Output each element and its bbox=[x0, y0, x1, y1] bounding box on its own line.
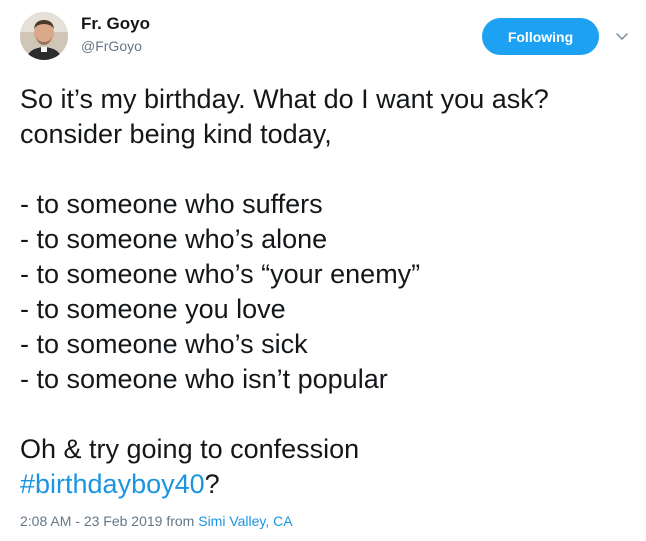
tweet-card: Fr. Goyo @FrGoyo Following So it’s my bi… bbox=[0, 0, 646, 541]
list-item: - to someone who’s sick bbox=[20, 329, 308, 359]
tweet-line-closing: Oh & try going to confession bbox=[20, 434, 360, 464]
tweet-line-intro-1: So it’s my birthday. What do I want you … bbox=[20, 84, 549, 114]
meta-separator: - bbox=[71, 513, 84, 529]
list-item: - to someone who’s “your enemy” bbox=[20, 259, 421, 289]
tweet-location-link[interactable]: Simi Valley, CA bbox=[198, 513, 292, 529]
tweet-meta: 2:08 AM - 23 Feb 2019 from Simi Valley, … bbox=[20, 512, 293, 530]
hashtag-suffix: ? bbox=[204, 469, 220, 499]
hashtag-link[interactable]: #birthdayboy40 bbox=[20, 469, 205, 499]
author-display-name[interactable]: Fr. Goyo bbox=[81, 14, 150, 34]
following-button[interactable]: Following bbox=[482, 18, 599, 55]
meta-from-label: from bbox=[162, 513, 199, 529]
tweet-text: So it’s my birthday. What do I want you … bbox=[20, 82, 630, 502]
author-handle[interactable]: @FrGoyo bbox=[81, 37, 142, 55]
tweet-line-hashtag: #birthdayboy40? bbox=[20, 467, 630, 502]
author-avatar[interactable] bbox=[20, 12, 68, 60]
list-item: - to someone who suffers bbox=[20, 189, 323, 219]
list-item: - to someone who isn’t popular bbox=[20, 364, 388, 394]
profile-photo-icon bbox=[20, 12, 68, 60]
list-item: - to someone who’s alone bbox=[20, 224, 328, 254]
tweet-line-intro-2: consider being kind today, bbox=[20, 119, 332, 149]
tweet-date[interactable]: 23 Feb 2019 bbox=[84, 513, 163, 529]
tweet-time[interactable]: 2:08 AM bbox=[20, 513, 71, 529]
chevron-down-icon[interactable] bbox=[614, 28, 630, 44]
list-item: - to someone you love bbox=[20, 294, 286, 324]
